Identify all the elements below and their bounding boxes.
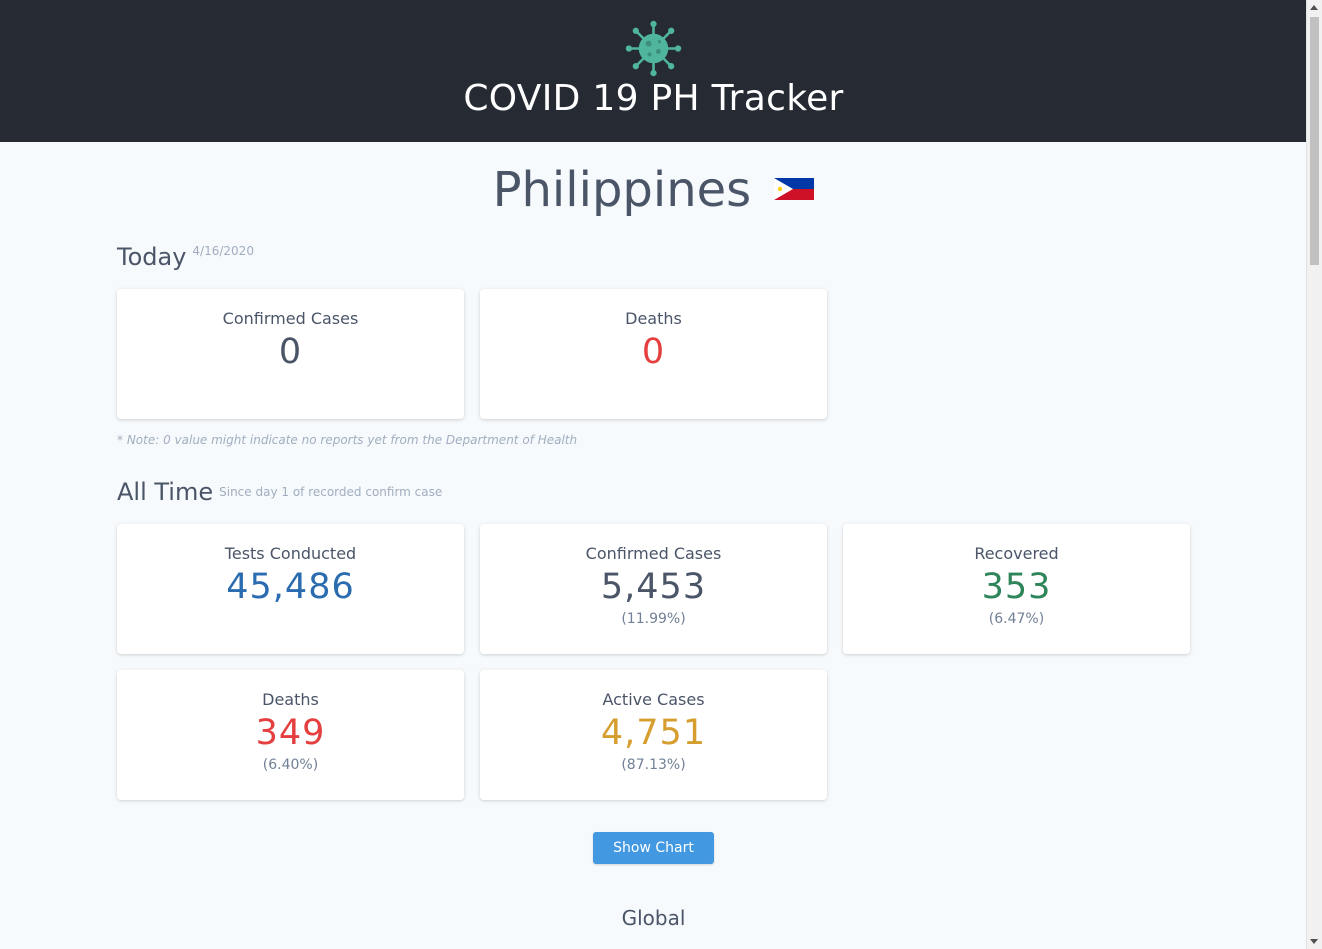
card-value: 349	[255, 713, 326, 753]
card-value: 5,453	[600, 567, 707, 607]
country-name: Philippines	[492, 162, 752, 218]
recovered-card: Recovered 353 (6.47%)	[843, 524, 1190, 654]
country-title: Philippines	[0, 162, 1307, 218]
card-percent: (11.99%)	[621, 611, 686, 627]
card-value: 4,751	[600, 713, 707, 753]
card-value: 45,486	[226, 567, 355, 607]
confirmed-cases-card: Confirmed Cases 5,453 (11.99%)	[480, 524, 827, 654]
card-percent: (6.47%)	[988, 611, 1045, 627]
all-time-heading: All Time	[117, 478, 214, 506]
card-label: Confirmed Cases	[585, 544, 722, 563]
tests-conducted-card: Tests Conducted 45,486	[117, 524, 464, 654]
card-value: 0	[278, 332, 303, 372]
card-percent: (6.40%)	[262, 757, 319, 773]
today-confirmed-card: Confirmed Cases 0	[117, 289, 464, 419]
card-label: Deaths	[262, 690, 319, 709]
card-value: 353	[981, 567, 1052, 607]
app-title: COVID 19 PH Tracker	[463, 78, 844, 119]
all-time-section-title: All Time Since day 1 of recorded confirm …	[117, 478, 442, 506]
virus-icon	[625, 20, 682, 77]
philippines-flag-icon	[774, 178, 815, 200]
show-chart-button[interactable]: Show Chart	[593, 832, 714, 864]
app-header: COVID 19 PH Tracker	[0, 0, 1307, 142]
scrollbar-thumb[interactable]	[1310, 17, 1319, 265]
page-scrollbar[interactable]	[1306, 0, 1322, 949]
card-label: Active Cases	[602, 690, 705, 709]
card-label: Recovered	[974, 544, 1059, 563]
today-section-title: Today 4/16/2020	[117, 243, 254, 271]
today-heading: Today	[117, 243, 187, 271]
active-cases-card: Active Cases 4,751 (87.13%)	[480, 670, 827, 800]
deaths-card: Deaths 349 (6.40%)	[117, 670, 464, 800]
today-date: 4/16/2020	[192, 244, 254, 258]
scroll-up-arrow-icon[interactable]	[1310, 5, 1318, 10]
card-value: 0	[641, 332, 666, 372]
scroll-down-arrow-icon[interactable]	[1310, 939, 1318, 944]
card-label: Confirmed Cases	[222, 309, 359, 328]
card-percent: (87.13%)	[621, 757, 686, 773]
today-deaths-card: Deaths 0	[480, 289, 827, 419]
global-heading: Global	[621, 906, 686, 930]
today-note: * Note: 0 value might indicate no report…	[117, 433, 578, 447]
card-label: Deaths	[625, 309, 682, 328]
card-label: Tests Conducted	[224, 544, 357, 563]
all-time-subtitle: Since day 1 of recorded confirm case	[219, 485, 443, 499]
